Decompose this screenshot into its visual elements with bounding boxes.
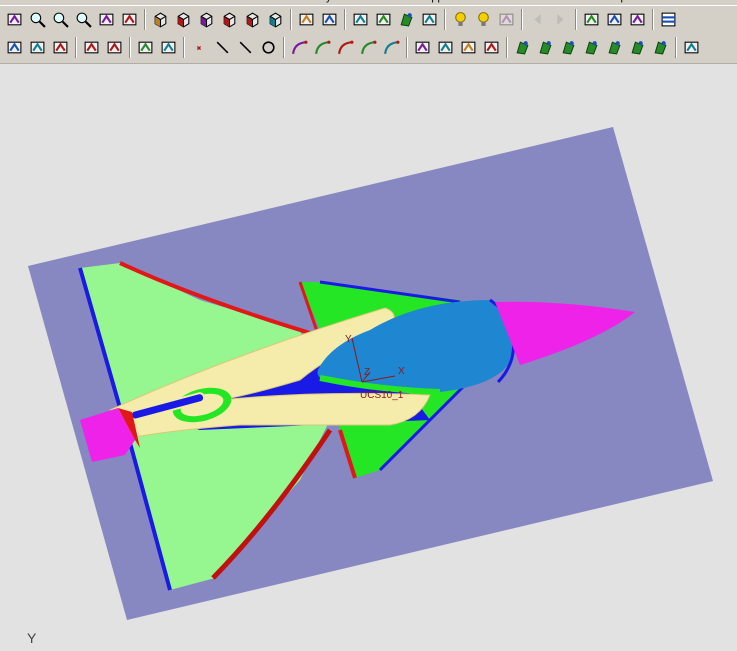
model-canvas[interactable]: X Y Z UCS10_1 [0,64,737,651]
display-style-icon[interactable] [396,9,416,29]
style-b-icon[interactable] [535,37,555,57]
shading-cube-icon[interactable] [242,9,262,29]
no-hidden-cube-icon[interactable] [219,9,239,29]
toolbar-separator [283,37,285,58]
zoom-window-icon[interactable] [27,9,47,29]
spline-icon[interactable] [235,37,255,57]
spin-icon[interactable] [119,9,139,29]
shaded-cube-icon[interactable] [150,9,170,29]
model-tree-icon[interactable] [373,9,393,29]
axis-y-label: Y [345,334,352,345]
datum-display-icon[interactable] [581,9,601,29]
saved-views-icon[interactable] [319,9,339,29]
style-e-icon[interactable] [604,37,624,57]
save-view-icon[interactable] [4,9,24,29]
style-c-icon[interactable] [558,37,578,57]
toolbar-separator [344,9,346,30]
view-manager-icon[interactable] [419,9,439,29]
menu-tools[interactable]: Tools [484,0,510,3]
back-arrow-icon[interactable] [527,9,547,29]
toolbar-separator [183,37,185,58]
view-direction-label: Y [27,630,37,646]
boundary-icon[interactable] [481,37,501,57]
menu-edit[interactable]: Edit [64,0,83,3]
menu-file[interactable]: File [4,0,22,3]
window-grid-icon[interactable] [658,9,678,29]
circle-icon[interactable] [258,37,278,57]
extend-curve-icon[interactable] [335,37,355,57]
orient-view-icon[interactable] [296,9,316,29]
axis-x-label: X [398,366,405,377]
select-icon[interactable] [81,37,101,57]
toolbar-separator [675,37,677,58]
trim-curve-icon[interactable] [312,37,332,57]
toolbar-separator [144,9,146,30]
toolbar-separator [406,37,408,58]
style-f-icon[interactable] [627,37,647,57]
zoom-in-icon[interactable] [50,9,70,29]
lights-off-icon[interactable] [496,9,516,29]
wireframe-cube-icon[interactable] [173,9,193,29]
datum-plane-icon[interactable] [4,37,24,57]
menu-help[interactable]: Help [604,0,627,3]
measure-icon[interactable] [604,9,624,29]
pan-icon[interactable] [96,9,116,29]
curve-icon[interactable] [289,37,309,57]
toolbar-separator [75,37,77,58]
toolbar-view [0,5,737,35]
style-d-icon[interactable] [581,37,601,57]
zoom-out-icon[interactable] [73,9,93,29]
datum-axis-icon[interactable] [27,37,47,57]
more-icon[interactable] [681,37,701,57]
menu-insert[interactable]: Insert [184,0,212,3]
toolbar-separator [575,9,577,30]
layer-box-icon[interactable] [350,9,370,29]
sketch-icon[interactable] [135,37,155,57]
appearance-bulb-icon[interactable] [450,9,470,29]
solid-icon[interactable] [435,37,455,57]
toolbar-separator [290,9,292,30]
menu-info[interactable]: Info [364,0,382,3]
hidden-line-cube-icon[interactable] [196,9,216,29]
blend-icon[interactable] [458,37,478,57]
line-icon[interactable] [212,37,232,57]
forward-arrow-icon[interactable] [550,9,570,29]
surface-icon[interactable] [412,37,432,57]
toolbar-separator [444,9,446,30]
light-bulb-icon[interactable] [473,9,493,29]
menu-sketch[interactable]: Sketch [244,0,278,3]
coordinate-system-icon[interactable] [50,37,70,57]
point-icon[interactable]: · [189,37,209,57]
style-a-icon[interactable] [512,37,532,57]
menu-applications[interactable]: Applications [424,0,483,3]
toolbar-separator [521,9,523,30]
style-g-icon[interactable] [650,37,670,57]
intersect-icon[interactable] [381,37,401,57]
filter-icon[interactable] [104,37,124,57]
toolbar-separator [129,37,131,58]
axis-z-label: Z [364,367,370,378]
coord-sys-label: UCS10_1 [360,390,404,401]
sketch-tool-icon[interactable] [158,37,178,57]
menu-view[interactable]: View [124,0,148,3]
toolbar-sketch: · [0,34,737,64]
toolbar-separator [506,37,508,58]
graphics-viewport[interactable]: X Y Z UCS10_1 [0,64,737,651]
toolbar-separator [652,9,654,30]
cut-icon[interactable] [358,37,378,57]
menu-analysis[interactable]: Analysis [304,0,345,3]
menu-window[interactable]: Window [544,0,583,3]
settings-icon[interactable] [627,9,647,29]
shading-edges-cube-icon[interactable] [265,9,285,29]
